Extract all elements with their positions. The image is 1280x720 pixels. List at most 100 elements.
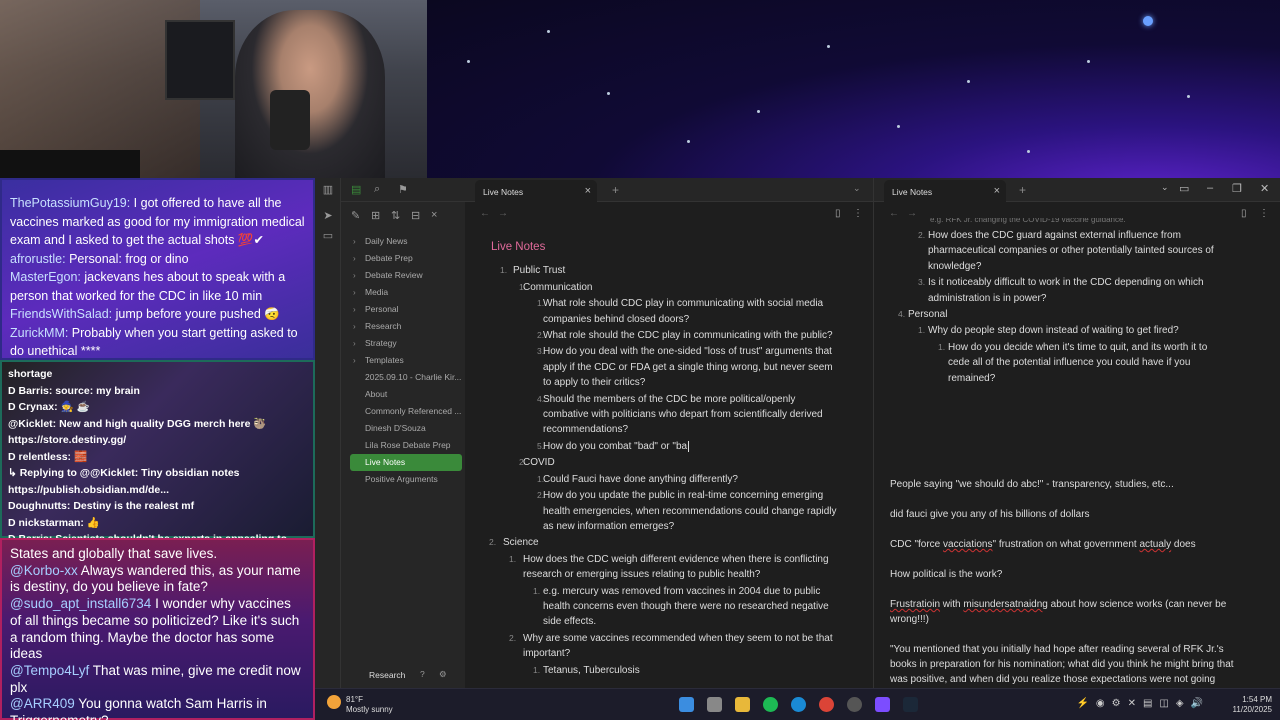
more-options-icon[interactable]: ⋮ bbox=[853, 208, 863, 219]
send-icon[interactable]: ➤ bbox=[322, 210, 334, 222]
new-folder-icon[interactable]: ⊞ bbox=[371, 209, 380, 222]
file-explorer: ▤ ⌕ ⚑ ✎ ⊞ ⇅ ⊟ × › Daily News › Debate Prep ›… bbox=[341, 178, 465, 688]
chat-username: afrorustle: bbox=[10, 251, 66, 266]
spotify-icon[interactable] bbox=[763, 697, 778, 712]
note-line: Frustratioin with misundersatnaidng abou… bbox=[890, 599, 1227, 626]
obs-icon[interactable] bbox=[847, 697, 862, 712]
chevron-down-icon[interactable]: ⌄ bbox=[853, 183, 861, 194]
file-item[interactable]: About bbox=[350, 386, 462, 403]
list-item: Tetanus, Tuberculosis bbox=[543, 664, 640, 676]
weather-widget[interactable]: 81°F Mostly sunny bbox=[327, 695, 393, 715]
file-item[interactable]: Commonly Referenced ... bbox=[350, 403, 462, 420]
vault-switcher[interactable]: Research ? ⚙ bbox=[341, 666, 465, 688]
file-explorer-icon[interactable] bbox=[735, 697, 750, 712]
edge-icon[interactable] bbox=[791, 697, 806, 712]
collapse-icon[interactable]: ⊟ bbox=[411, 209, 420, 222]
chat-message: Doughnutts: Destiny is the realest mf bbox=[8, 498, 307, 515]
chat-username: @ARR409 bbox=[10, 696, 75, 712]
section-science: Science bbox=[503, 537, 539, 549]
folder-item[interactable]: › Media bbox=[350, 284, 462, 301]
chat-username: D Crynax: bbox=[8, 401, 58, 413]
chat-message: @Kicklet: New and high quality DGG merch… bbox=[8, 416, 307, 449]
chat-panel-bottom: States and globally that save lives. @Kor… bbox=[0, 538, 315, 720]
folder-item[interactable]: › Personal bbox=[350, 301, 462, 318]
chevron-right-icon[interactable]: › bbox=[353, 267, 356, 284]
close-tab-icon[interactable]: × bbox=[585, 185, 591, 197]
window-close-icon[interactable]: ✕ bbox=[1260, 182, 1269, 195]
note-content[interactable]: e.g. RFK Jr. changing the COVID-19 vacci… bbox=[874, 218, 1280, 687]
space-background bbox=[427, 0, 1280, 178]
new-tab-icon[interactable]: + bbox=[612, 183, 619, 197]
folder-item[interactable]: › Templates bbox=[350, 352, 462, 369]
close-tab-icon[interactable]: × bbox=[994, 185, 1000, 197]
folder-icon[interactable]: ▤ bbox=[351, 183, 361, 196]
search-icon[interactable]: ⌕ bbox=[374, 183, 380, 196]
file-label: 2025.09.10 - Charlie Kir... bbox=[365, 372, 462, 382]
file-label: Media bbox=[365, 287, 389, 297]
webcam-feed bbox=[0, 0, 427, 178]
maximize-icon[interactable]: ❐ bbox=[1232, 182, 1242, 195]
chevron-right-icon[interactable]: › bbox=[353, 284, 356, 301]
start-icon[interactable] bbox=[679, 697, 694, 712]
subsection-communication: Communication bbox=[523, 281, 593, 293]
folder-item[interactable]: › Daily News bbox=[350, 233, 462, 250]
clock-date: 11/20/2025 bbox=[1232, 705, 1272, 714]
chat-username: @sudo_apt_install6734 bbox=[10, 596, 152, 612]
chat-text: ↳ Replying to @@Kicklet: Tiny obsidian n… bbox=[8, 467, 240, 496]
chevron-right-icon[interactable]: › bbox=[353, 233, 356, 250]
note-line: did fauci give you any of his billions o… bbox=[890, 509, 1090, 521]
chevron-down-icon[interactable]: ⌄ bbox=[1161, 182, 1169, 193]
obsidian-window: ▥ ➤ ▭ ▤ ⌕ ⚑ ✎ ⊞ ⇅ ⊟ × › Daily News › Debate… bbox=[315, 178, 1280, 688]
clock[interactable]: 1:54 PM 11/20/2025 bbox=[1233, 695, 1272, 715]
close-icon[interactable]: × bbox=[431, 209, 437, 221]
note-title: Live Notes bbox=[491, 241, 546, 253]
folder-item[interactable]: › Debate Review bbox=[350, 267, 462, 284]
tab-live-notes-left[interactable]: Live Notes × bbox=[475, 180, 597, 202]
sort-icon[interactable]: ⇅ bbox=[391, 209, 400, 222]
taskbar: 81°F Mostly sunny ⚡◉⚙✕▤◫◈🔊 1:54 PM 11/20… bbox=[315, 688, 1280, 720]
chat-username: @Korbo-xx bbox=[10, 562, 78, 578]
chevron-right-icon[interactable]: › bbox=[353, 352, 356, 369]
obsidian-icon[interactable] bbox=[875, 697, 890, 712]
chat-message: D Barris: source: my brain bbox=[8, 383, 307, 400]
file-label: Live Notes bbox=[365, 457, 406, 467]
task-view-icon[interactable] bbox=[707, 697, 722, 712]
folder-item[interactable]: › Research bbox=[350, 318, 462, 335]
file-item[interactable]: Lila Rose Debate Prep bbox=[350, 437, 462, 454]
chat-message: @Korbo-xx Always wandered this, as your … bbox=[10, 563, 305, 596]
list-item: Why are some vaccines recommended when t… bbox=[523, 632, 833, 660]
minimize-icon[interactable]: – bbox=[1207, 182, 1213, 194]
file-item[interactable]: Dinesh D'Souza bbox=[350, 420, 462, 437]
bookmark-icon[interactable]: ⚑ bbox=[398, 183, 408, 196]
steam-icon[interactable] bbox=[903, 697, 918, 712]
chevron-right-icon[interactable]: › bbox=[353, 318, 356, 335]
folder-item[interactable]: › Strategy bbox=[350, 335, 462, 352]
settings-icon[interactable]: ⚙ bbox=[439, 669, 447, 680]
file-item[interactable]: Positive Arguments bbox=[350, 471, 462, 488]
note-content[interactable]: Live Notes 1. Public Trust 1. Communicatio… bbox=[465, 240, 873, 678]
sidebar-toggle-icon[interactable]: ▥ bbox=[322, 184, 334, 196]
reading-view-icon[interactable]: ▯ bbox=[835, 208, 841, 219]
sidebar-right-icon[interactable]: ▭ bbox=[1179, 182, 1189, 195]
back-icon[interactable]: ← bbox=[480, 208, 490, 219]
chevron-right-icon[interactable]: › bbox=[353, 335, 356, 352]
chat-message: ZurickMM: Probably when you start gettin… bbox=[10, 324, 307, 361]
new-tab-icon[interactable]: + bbox=[1019, 183, 1026, 197]
chevron-right-icon[interactable]: › bbox=[353, 301, 356, 318]
chrome-icon[interactable] bbox=[819, 697, 834, 712]
pages-icon[interactable]: ▭ bbox=[322, 230, 334, 242]
file-label: Positive Arguments bbox=[365, 474, 438, 484]
note-line: How political is the work? bbox=[890, 569, 1003, 581]
chevron-right-icon[interactable]: › bbox=[353, 250, 356, 267]
file-item[interactable]: Live Notes bbox=[350, 454, 462, 471]
help-icon[interactable]: ? bbox=[420, 669, 425, 679]
new-note-icon[interactable]: ✎ bbox=[351, 209, 360, 222]
text-cursor bbox=[688, 440, 690, 452]
system-tray[interactable]: ⚡◉⚙✕▤◫◈🔊 bbox=[1076, 698, 1210, 709]
forward-icon[interactable]: → bbox=[498, 208, 508, 219]
chat-username: @Kicklet: bbox=[8, 417, 57, 430]
tab-live-notes-right[interactable]: Live Notes × bbox=[884, 180, 1006, 202]
file-item[interactable]: 2025.09.10 - Charlie Kir... bbox=[350, 369, 462, 386]
folder-item[interactable]: › Debate Prep bbox=[350, 250, 462, 267]
chat-text: States and globally that save lives. bbox=[10, 546, 218, 561]
